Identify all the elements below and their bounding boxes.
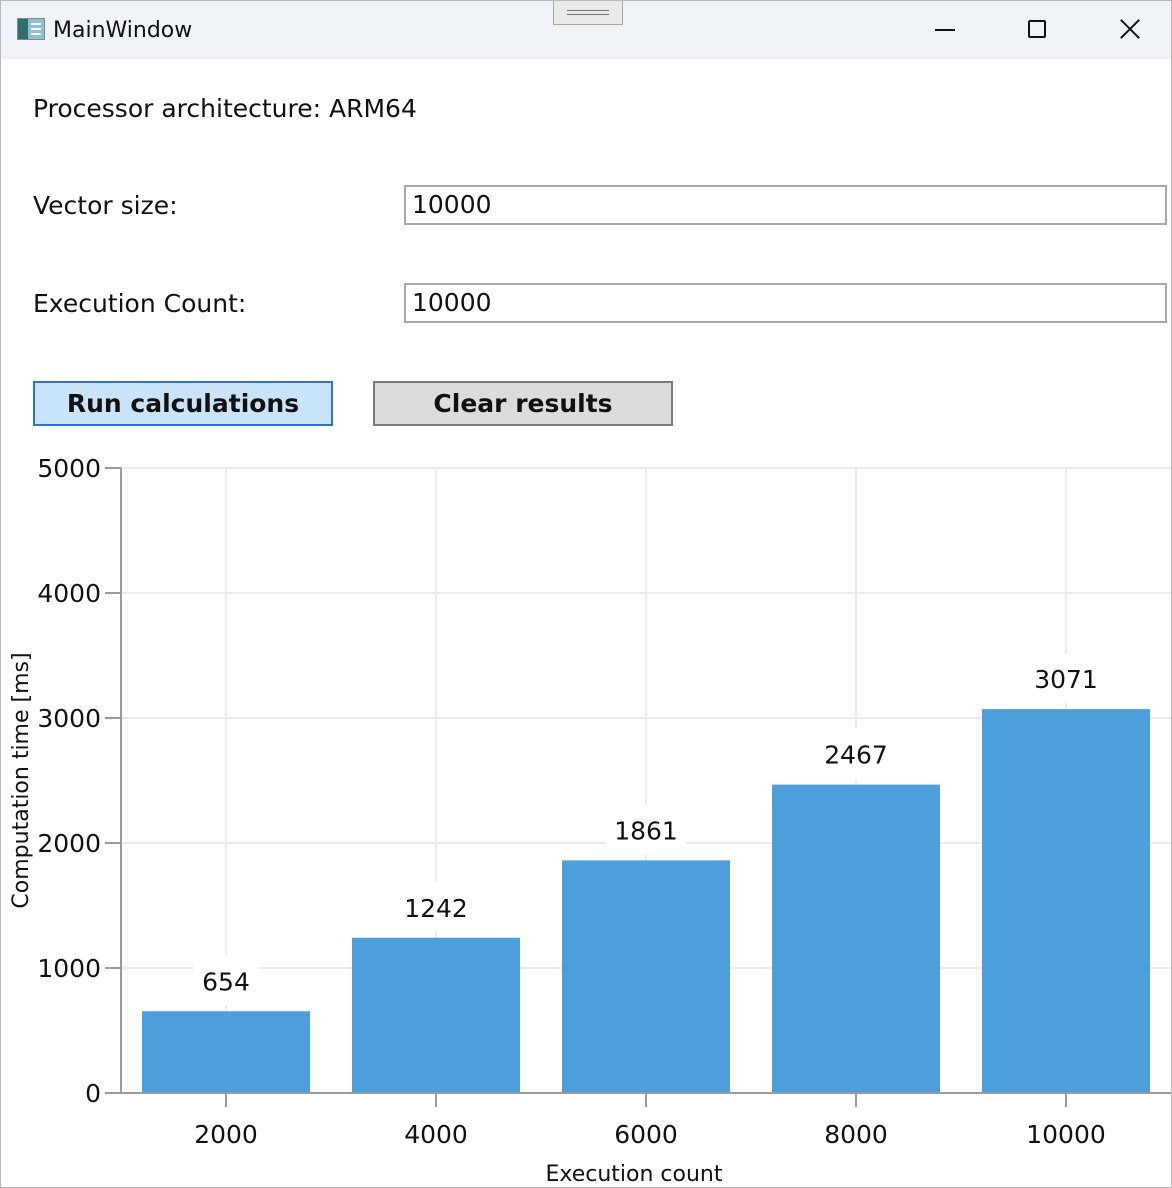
bar	[142, 1011, 310, 1093]
minimize-button[interactable]	[899, 1, 991, 59]
data-label: 2467	[824, 741, 888, 770]
data-label: 3071	[1034, 665, 1098, 694]
y-tick-label: 4000	[37, 579, 101, 608]
x-tick-label: 4000	[404, 1120, 468, 1149]
maximize-button[interactable]	[991, 1, 1083, 59]
execution-count-label: Execution Count:	[33, 289, 247, 318]
vector-size-label: Vector size:	[33, 191, 178, 220]
data-label: 654	[202, 967, 250, 996]
clear-results-button[interactable]: Clear results	[373, 381, 673, 426]
close-icon	[1119, 18, 1141, 40]
computation-time-chart: 0 1000 2000 3000 4000 5000 654 2000 1242 4000 1861…	[9, 454, 1171, 1187]
run-calculations-button[interactable]: Run calculations	[33, 381, 333, 426]
bar	[772, 784, 940, 1093]
y-tick-label: 3000	[37, 704, 101, 733]
bar	[982, 709, 1150, 1093]
app-icon	[17, 18, 45, 40]
y-tick-label: 5000	[37, 454, 101, 483]
bar	[562, 860, 730, 1093]
vector-size-input[interactable]: 10000	[404, 185, 1167, 225]
y-tick-label: 0	[85, 1079, 101, 1108]
x-tick-label: 2000	[194, 1120, 258, 1149]
x-tick-label: 6000	[614, 1120, 678, 1149]
data-label: 1861	[614, 816, 678, 845]
x-tick-label: 8000	[824, 1120, 888, 1149]
y-tick-label: 1000	[37, 954, 101, 983]
main-window: MainWindow Processor architecture: ARM64…	[0, 0, 1172, 1188]
data-label: 1242	[404, 894, 468, 923]
processor-architecture-label: Processor architecture: ARM64	[33, 94, 417, 123]
close-button[interactable]	[1083, 1, 1171, 59]
maximize-icon	[1028, 20, 1046, 38]
minimize-icon	[935, 29, 955, 31]
x-axis-label: Execution count	[545, 1162, 722, 1187]
y-tick-label: 2000	[37, 829, 101, 858]
title-bar[interactable]: MainWindow	[1, 1, 1171, 59]
y-axis-label: Computation time [ms]	[9, 652, 34, 908]
window-title: MainWindow	[53, 18, 193, 43]
drag-grip-handle[interactable]	[553, 1, 623, 25]
x-tick-label: 10000	[1026, 1120, 1106, 1149]
bar	[352, 937, 520, 1093]
execution-count-input[interactable]: 10000	[404, 283, 1167, 323]
